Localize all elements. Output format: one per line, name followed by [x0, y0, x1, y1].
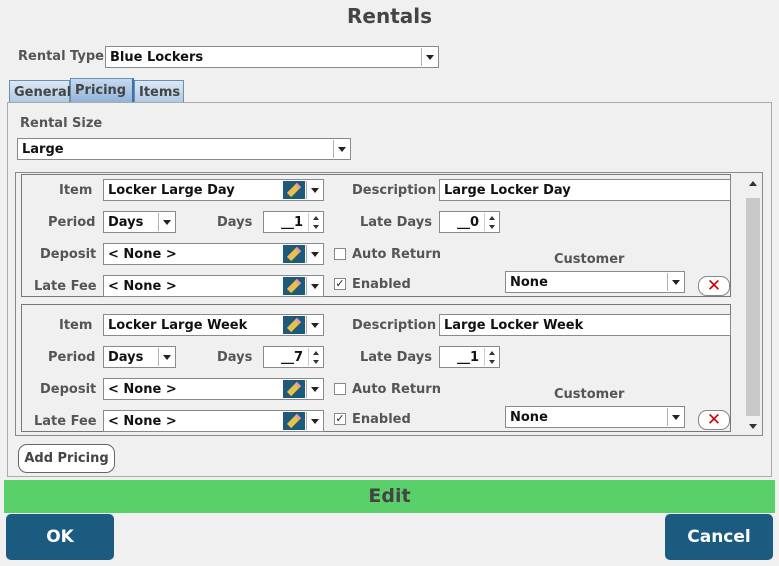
pencil-icon[interactable] — [283, 316, 305, 334]
description-field[interactable]: Large Locker Day — [439, 179, 731, 201]
close-icon: ✕ — [706, 275, 722, 296]
description-value: Large Locker Day — [444, 183, 571, 198]
late-fee-value: < None > — [108, 414, 177, 429]
chevron-down-icon[interactable] — [306, 181, 322, 199]
delete-pricing-button[interactable]: ✕ — [698, 410, 730, 430]
spin-arrows-icon[interactable] — [484, 348, 498, 366]
days-value: __1 — [280, 215, 303, 230]
days-label: Days — [217, 350, 253, 365]
scroll-up-icon[interactable] — [749, 181, 757, 186]
description-label: Description — [352, 318, 437, 333]
description-value: Large Locker Week — [444, 318, 584, 333]
deposit-select[interactable]: < None > — [103, 243, 324, 265]
customer-value: None — [510, 410, 548, 425]
days-label: Days — [217, 215, 253, 230]
customer-select[interactable]: None — [505, 406, 685, 428]
rental-type-select[interactable]: Blue Lockers — [105, 46, 439, 68]
late-days-value: __0 — [456, 215, 479, 230]
customer-value: None — [510, 275, 548, 290]
period-label: Period — [48, 215, 96, 230]
days-value: __7 — [280, 350, 303, 365]
tab-general[interactable]: General — [9, 80, 71, 103]
chevron-down-icon[interactable] — [333, 140, 349, 158]
description-label: Description — [352, 183, 437, 198]
spin-arrows-icon[interactable] — [308, 213, 322, 231]
chevron-down-icon[interactable] — [667, 408, 683, 426]
chevron-down-icon[interactable] — [306, 277, 322, 295]
customer-label: Customer — [554, 252, 625, 267]
customer-select[interactable]: None — [505, 271, 685, 293]
tab-pricing[interactable]: Pricing — [70, 78, 134, 103]
window-title: Rentals — [346, 4, 433, 28]
chevron-down-icon[interactable] — [306, 245, 322, 263]
item-value: Locker Large Week — [108, 318, 248, 333]
chevron-down-icon[interactable] — [306, 412, 322, 430]
item-select[interactable]: Locker Large Week — [103, 314, 324, 336]
auto-return-label: Auto Return — [352, 382, 441, 397]
period-value: Days — [108, 350, 144, 365]
auto-return-checkbox[interactable] — [334, 383, 346, 395]
pencil-icon[interactable] — [283, 412, 305, 430]
chevron-down-icon[interactable] — [667, 273, 683, 291]
pencil-icon[interactable] — [283, 245, 305, 263]
late-days-value: __1 — [456, 350, 479, 365]
customer-label: Customer — [554, 387, 625, 402]
item-label: Item — [59, 318, 93, 333]
days-stepper[interactable]: __1 — [263, 211, 324, 233]
item-select[interactable]: Locker Large Day — [103, 179, 324, 201]
rental-size-label: Rental Size — [20, 116, 103, 131]
chevron-down-icon[interactable] — [421, 48, 437, 66]
days-stepper[interactable]: __7 — [263, 346, 324, 368]
late-days-label: Late Days — [360, 215, 432, 230]
deposit-label: Deposit — [40, 247, 97, 262]
rental-size-value: Large — [22, 142, 64, 157]
deposit-value: < None > — [108, 247, 177, 262]
pencil-icon[interactable] — [283, 277, 305, 295]
scrollbar-thumb[interactable] — [746, 198, 760, 416]
enabled-checkbox[interactable]: ✓ — [334, 413, 346, 425]
deposit-label: Deposit — [40, 382, 97, 397]
cancel-button[interactable]: Cancel — [665, 514, 773, 560]
add-pricing-button[interactable]: Add Pricing — [18, 444, 115, 473]
pencil-icon[interactable] — [283, 380, 305, 398]
enabled-label: Enabled — [352, 277, 411, 292]
spin-arrows-icon[interactable] — [308, 348, 322, 366]
delete-pricing-button[interactable]: ✕ — [698, 276, 730, 296]
late-days-label: Late Days — [360, 350, 432, 365]
edit-bar: Edit — [4, 480, 775, 513]
chevron-down-icon[interactable] — [158, 348, 174, 366]
close-icon: ✕ — [706, 409, 722, 430]
description-field[interactable]: Large Locker Week — [439, 314, 731, 336]
auto-return-checkbox[interactable] — [334, 248, 346, 260]
chevron-down-icon[interactable] — [158, 213, 174, 231]
rental-type-label: Rental Type — [18, 49, 104, 64]
late-days-stepper[interactable]: __0 — [439, 211, 500, 233]
period-select[interactable]: Days — [103, 211, 176, 233]
enabled-label: Enabled — [352, 412, 411, 427]
item-label: Item — [59, 183, 93, 198]
spin-arrows-icon[interactable] — [484, 213, 498, 231]
auto-return-label: Auto Return — [352, 247, 441, 262]
deposit-value: < None > — [108, 382, 177, 397]
late-fee-label: Late Fee — [34, 279, 97, 294]
scroll-down-icon[interactable] — [749, 424, 757, 429]
late-fee-value: < None > — [108, 279, 177, 294]
tab-items[interactable]: Items — [134, 80, 184, 103]
enabled-checkbox[interactable]: ✓ — [334, 278, 346, 290]
chevron-down-icon[interactable] — [306, 380, 322, 398]
rental-size-select[interactable]: Large — [17, 138, 351, 160]
period-value: Days — [108, 215, 144, 230]
chevron-down-icon[interactable] — [306, 316, 322, 334]
rental-type-value: Blue Lockers — [110, 50, 204, 65]
late-fee-select[interactable]: < None > — [103, 275, 324, 297]
ok-button[interactable]: OK — [6, 514, 114, 560]
period-label: Period — [48, 350, 96, 365]
deposit-select[interactable]: < None > — [103, 378, 324, 400]
pencil-icon[interactable] — [283, 181, 305, 199]
late-fee-select[interactable]: < None > — [103, 410, 324, 432]
late-fee-label: Late Fee — [34, 414, 97, 429]
item-value: Locker Large Day — [108, 183, 235, 198]
late-days-stepper[interactable]: __1 — [439, 346, 500, 368]
period-select[interactable]: Days — [103, 346, 176, 368]
